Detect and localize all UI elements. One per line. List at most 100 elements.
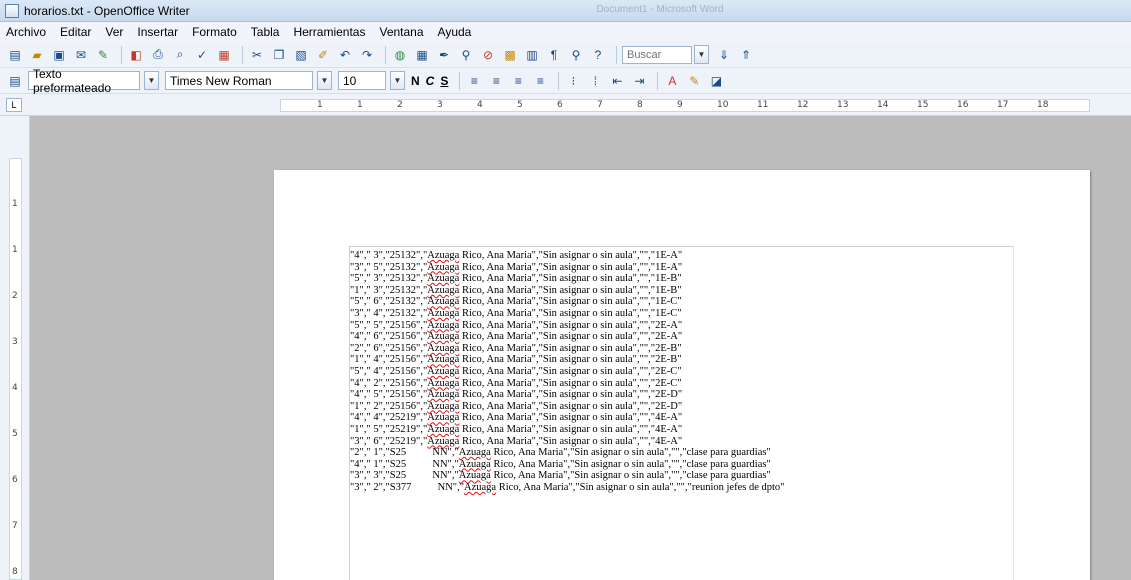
formatting-marks-icon[interactable]: ¶ [545,46,563,64]
underline-button[interactable]: S [440,74,448,88]
chevron-down-icon[interactable]: ▼ [317,71,332,90]
find-replace-icon[interactable]: ⚲ [457,46,475,64]
misspelled-word[interactable]: Azuaga [427,320,459,331]
text-segment: "3"," 6","25219"," [350,435,428,447]
email-icon[interactable]: ✉ [72,46,90,64]
text-segment: Rico, Ana Maria","Sin asignar o sin aula… [490,447,771,459]
misspelled-word[interactable]: Azuaga [427,389,459,400]
menu-item[interactable]: Formato [192,25,237,39]
text-segment: Rico, Ana Maria","Sin asignar o sin aula… [459,273,682,285]
misspelled-word[interactable]: Azuaga [427,343,459,354]
misspelled-word[interactable]: Azuaga [427,308,459,319]
horizontal-ruler[interactable]: 1 1 2 3 4 5 6 7 8 9 10 11 12 13 14 15 16 17 18 [280,99,1090,112]
search-input[interactable] [622,45,692,64]
new-document-icon[interactable]: ▤ [6,46,24,64]
document-text[interactable]: "4"," 3","25132","Azuaga Rico, Ana Maria… [350,250,784,493]
export-pdf-icon[interactable]: ◧ [127,46,145,64]
misspelled-word[interactable]: Azuaga [427,366,459,377]
bold-button[interactable]: N [411,74,420,88]
font-color-icon[interactable]: A [663,72,681,90]
text-segment: Rico, Ana Maria","Sin asignar o sin aula… [490,470,771,482]
menu-item[interactable]: Tabla [251,25,280,39]
bullets-icon[interactable]: ⁞ [586,72,604,90]
misspelled-word[interactable]: Azuaga [427,250,459,261]
misspelled-word[interactable]: Azuaga [459,447,491,458]
menu-item[interactable]: Ver [105,25,123,39]
toolbar-separator [385,45,386,64]
tab-stop-selector[interactable]: L [6,98,22,112]
table-icon[interactable]: ▦ [413,46,431,64]
misspelled-word[interactable]: Azuaga [464,482,496,493]
misspelled-word[interactable]: Azuaga [427,424,459,435]
text-segment: "4"," 1","S25 NN"," [350,458,459,470]
format-paintbrush-icon[interactable]: ✐ [314,46,332,64]
text-segment: "1"," 4","25156"," [350,354,428,366]
text-line: "4"," 3","25132","Azuaga Rico, Ana Maria… [350,250,784,262]
print-preview-icon[interactable]: ⌕ [171,46,189,64]
chevron-down-icon[interactable]: ▼ [390,71,405,90]
save-icon[interactable]: ▣ [50,46,68,64]
paste-icon[interactable]: ▧ [292,46,310,64]
menu-item[interactable]: Archivo [6,25,46,39]
edit-file-icon[interactable]: ✎ [94,46,112,64]
background-color-icon[interactable]: ◪ [707,72,725,90]
misspelled-word[interactable]: Azuaga [427,354,459,365]
ruler-tick-label: 5 [12,429,18,439]
misspelled-word[interactable]: Azuaga [427,412,459,423]
navigator-icon[interactable]: ⊘ [479,46,497,64]
increase-indent-icon[interactable]: ⇥ [630,72,648,90]
menu-item[interactable]: Herramientas [293,25,365,39]
show-draw-functions-icon[interactable]: ✒ [435,46,453,64]
misspelled-word[interactable]: Azuaga [427,285,459,296]
redo-icon[interactable]: ↷ [358,46,376,64]
misspelled-word[interactable]: Azuaga [427,296,459,307]
zoom-icon[interactable]: ⚲ [567,46,585,64]
italic-button[interactable]: C [426,74,435,88]
gallery-icon[interactable]: ▩ [501,46,519,64]
search-dropdown-icon[interactable]: ▼ [694,45,709,64]
misspelled-word[interactable]: Azuaga [459,459,491,470]
print-icon[interactable]: ⎙ [149,46,167,64]
font-size-dropdown[interactable]: 10 [338,71,386,90]
title-bar: horarios.txt - OpenOffice Writer Documen… [0,0,1131,22]
menu-item[interactable]: Insertar [137,25,178,39]
cut-icon[interactable]: ✂ [248,46,266,64]
align-center-icon[interactable]: ≡ [487,72,505,90]
misspelled-word[interactable]: Azuaga [427,436,459,447]
text-segment: Rico, Ana Maria","Sin asignar o sin aula… [459,389,683,401]
highlight-icon[interactable]: ✎ [685,72,703,90]
misspelled-word[interactable]: Azuaga [427,331,459,342]
misspelled-word[interactable]: Azuaga [427,378,459,389]
open-folder-icon[interactable]: ▰ [28,46,46,64]
menu-item[interactable]: Ayuda [438,25,472,39]
align-right-icon[interactable]: ≡ [509,72,527,90]
menu-item[interactable]: Editar [60,25,91,39]
styles-formatting-icon[interactable]: ▤ [6,72,24,90]
decrease-indent-icon[interactable]: ⇤ [608,72,626,90]
chevron-down-icon[interactable]: ▼ [144,71,159,90]
justify-icon[interactable]: ≡ [531,72,549,90]
misspelled-word[interactable]: Azuaga [427,273,459,284]
font-name-dropdown[interactable]: Times New Roman [165,71,313,90]
text-line: "1"," 2","25156","Azuaga Rico, Ana Maria… [350,401,784,413]
document-page[interactable]: "4"," 3","25132","Azuaga Rico, Ana Maria… [274,170,1090,580]
misspelled-word[interactable]: Azuaga [427,401,459,412]
find-next-icon[interactable]: ⇓ [715,46,733,64]
help-icon[interactable]: ? [589,46,607,64]
text-segment: "4"," 3","25132"," [350,250,428,261]
vertical-ruler[interactable]: 1 1 2 3 4 5 6 7 8 [9,158,22,580]
ruler-tick-label: 1 [12,199,18,209]
menu-item[interactable]: Ventana [379,25,423,39]
undo-icon[interactable]: ↶ [336,46,354,64]
hyperlink-icon[interactable]: ◍ [391,46,409,64]
copy-icon[interactable]: ❐ [270,46,288,64]
find-previous-icon[interactable]: ⇑ [737,46,755,64]
misspelled-word[interactable]: Azuaga [427,262,459,273]
spellcheck-icon[interactable]: ✓ [193,46,211,64]
data-sources-icon[interactable]: ▥ [523,46,541,64]
autospellcheck-icon[interactable]: ▦ [215,46,233,64]
align-left-icon[interactable]: ≡ [465,72,483,90]
misspelled-word[interactable]: Azuaga [459,470,491,481]
numbering-icon[interactable]: ⁝ [564,72,582,90]
paragraph-style-dropdown[interactable]: Texto preformateado [28,67,140,95]
